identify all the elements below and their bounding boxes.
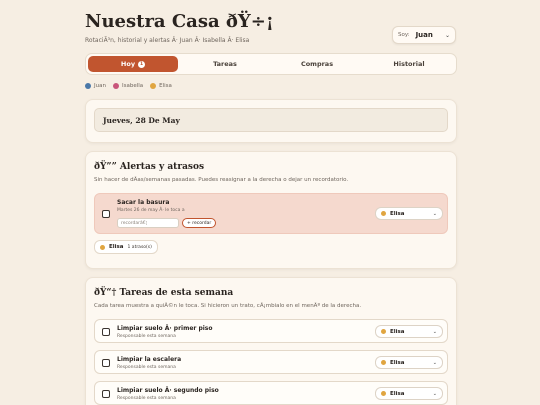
tab-bar: Hoy 1 Tareas Compras Historial bbox=[85, 53, 457, 75]
chevron-down-icon: ⌄ bbox=[432, 210, 437, 217]
elisa-color-dot bbox=[381, 329, 386, 334]
checkbox-icon[interactable] bbox=[102, 210, 110, 218]
member-legend: Juan Isabella Elisa bbox=[85, 83, 172, 89]
alert-item: Sacar la basura Martes 26 de may Â· le t… bbox=[94, 193, 448, 234]
legend-item-juan: Juan bbox=[85, 83, 106, 89]
isabella-color-dot bbox=[112, 83, 119, 89]
tab-compras[interactable]: Compras bbox=[272, 56, 362, 72]
elisa-color-dot bbox=[381, 211, 386, 216]
alerts-subtitle: Sin hacer de dÃ­as/semanas pasadas. Pued… bbox=[94, 177, 349, 183]
assignee-name: Elisa bbox=[390, 210, 405, 217]
page-title: Nuestra Casa ðŸ÷¡ bbox=[85, 11, 274, 32]
task-title: Limpiar suelo Â· primer piso bbox=[117, 325, 213, 332]
tab-label: Hoy bbox=[120, 60, 136, 68]
user-select-label: Soy: bbox=[398, 32, 410, 38]
legend-item-isabella: Isabella bbox=[112, 83, 144, 89]
week-subtitle: Cada tarea muestra a quiÃ©n le toca. Si … bbox=[94, 303, 362, 309]
task-title: Limpiar la escalera bbox=[117, 356, 182, 363]
alerts-card: ðŸ”” Alertas y atrasos Sin hacer de dÃ­a… bbox=[85, 151, 457, 269]
task-row: Limpiar la escalera Responsable esta sem… bbox=[94, 350, 448, 374]
add-reminder-button[interactable]: + recordar bbox=[182, 218, 217, 228]
tab-label: Compras bbox=[300, 60, 334, 68]
overdue-chip: Elisa 1 atraso(s) bbox=[94, 240, 158, 254]
elisa-color-dot bbox=[381, 360, 386, 365]
page-subtitle: RotaciÃ³n, historial y alertas Â· Juan Â… bbox=[85, 37, 250, 44]
today-card: Jueves, 28 De May bbox=[85, 99, 457, 143]
tab-badge: 1 bbox=[138, 60, 146, 68]
today-date: Jueves, 28 De May bbox=[94, 108, 448, 132]
task-subtitle: Responsable esta semana bbox=[117, 365, 176, 370]
week-title: ðŸ“† Tareas de esta semana bbox=[94, 288, 234, 298]
chevron-down-icon: ⌄ bbox=[432, 328, 437, 335]
alerts-title: ðŸ”” Alertas y atrasos bbox=[94, 162, 205, 172]
user-select[interactable]: Soy: Juan ⌄ bbox=[392, 26, 456, 44]
task-row: Limpiar suelo Â· primer piso Responsable… bbox=[94, 319, 448, 343]
overdue-name: Elisa bbox=[109, 244, 124, 250]
legend-item-elisa: Elisa bbox=[150, 83, 172, 89]
elisa-color-dot bbox=[381, 391, 386, 396]
assignee-name: Elisa bbox=[390, 390, 405, 397]
task-title: Limpiar suelo Â· segundo piso bbox=[117, 387, 219, 394]
legend-label: Isabella bbox=[121, 83, 144, 89]
assignee-select[interactable]: Elisa ⌄ bbox=[375, 325, 443, 338]
tab-label: Historial bbox=[393, 60, 425, 68]
juan-color-dot bbox=[85, 83, 91, 89]
elisa-color-dot bbox=[150, 83, 157, 89]
assignee-select[interactable]: Elisa ⌄ bbox=[375, 387, 443, 400]
legend-label: Juan bbox=[94, 83, 106, 89]
elisa-color-dot bbox=[100, 244, 105, 250]
legend-label: Elisa bbox=[159, 83, 172, 89]
tab-label: Tareas bbox=[213, 60, 237, 68]
reminder-input[interactable]: recordarâ€¦ bbox=[117, 218, 179, 228]
checkbox-icon[interactable] bbox=[102, 359, 110, 367]
assignee-select[interactable]: Elisa ⌄ bbox=[375, 356, 443, 369]
week-card: ðŸ“† Tareas de esta semana Cada tarea mu… bbox=[85, 277, 457, 405]
assignee-select[interactable]: Elisa ⌄ bbox=[375, 207, 443, 220]
tab-tareas[interactable]: Tareas bbox=[180, 56, 270, 72]
assignee-name: Elisa bbox=[390, 359, 405, 366]
tab-hoy[interactable]: Hoy 1 bbox=[88, 56, 178, 72]
user-select-value: Juan bbox=[415, 31, 433, 39]
task-subtitle: Responsable esta semana bbox=[117, 334, 176, 339]
task-row: Limpiar suelo Â· segundo piso Responsabl… bbox=[94, 381, 448, 405]
checkbox-icon[interactable] bbox=[102, 328, 110, 336]
chevron-down-icon: ⌄ bbox=[432, 359, 437, 366]
overdue-count: 1 atraso(s) bbox=[127, 244, 152, 250]
checkbox-icon[interactable] bbox=[102, 390, 110, 398]
chevron-down-icon: ⌄ bbox=[432, 390, 437, 397]
chevron-down-icon: ⌄ bbox=[444, 31, 450, 39]
assignee-name: Elisa bbox=[390, 328, 405, 335]
tab-historial[interactable]: Historial bbox=[364, 56, 454, 72]
alert-meta: Martes 26 de may Â· le toca a bbox=[117, 208, 185, 213]
alert-title: Sacar la basura bbox=[117, 199, 170, 206]
task-subtitle: Responsable esta semana bbox=[117, 396, 176, 401]
